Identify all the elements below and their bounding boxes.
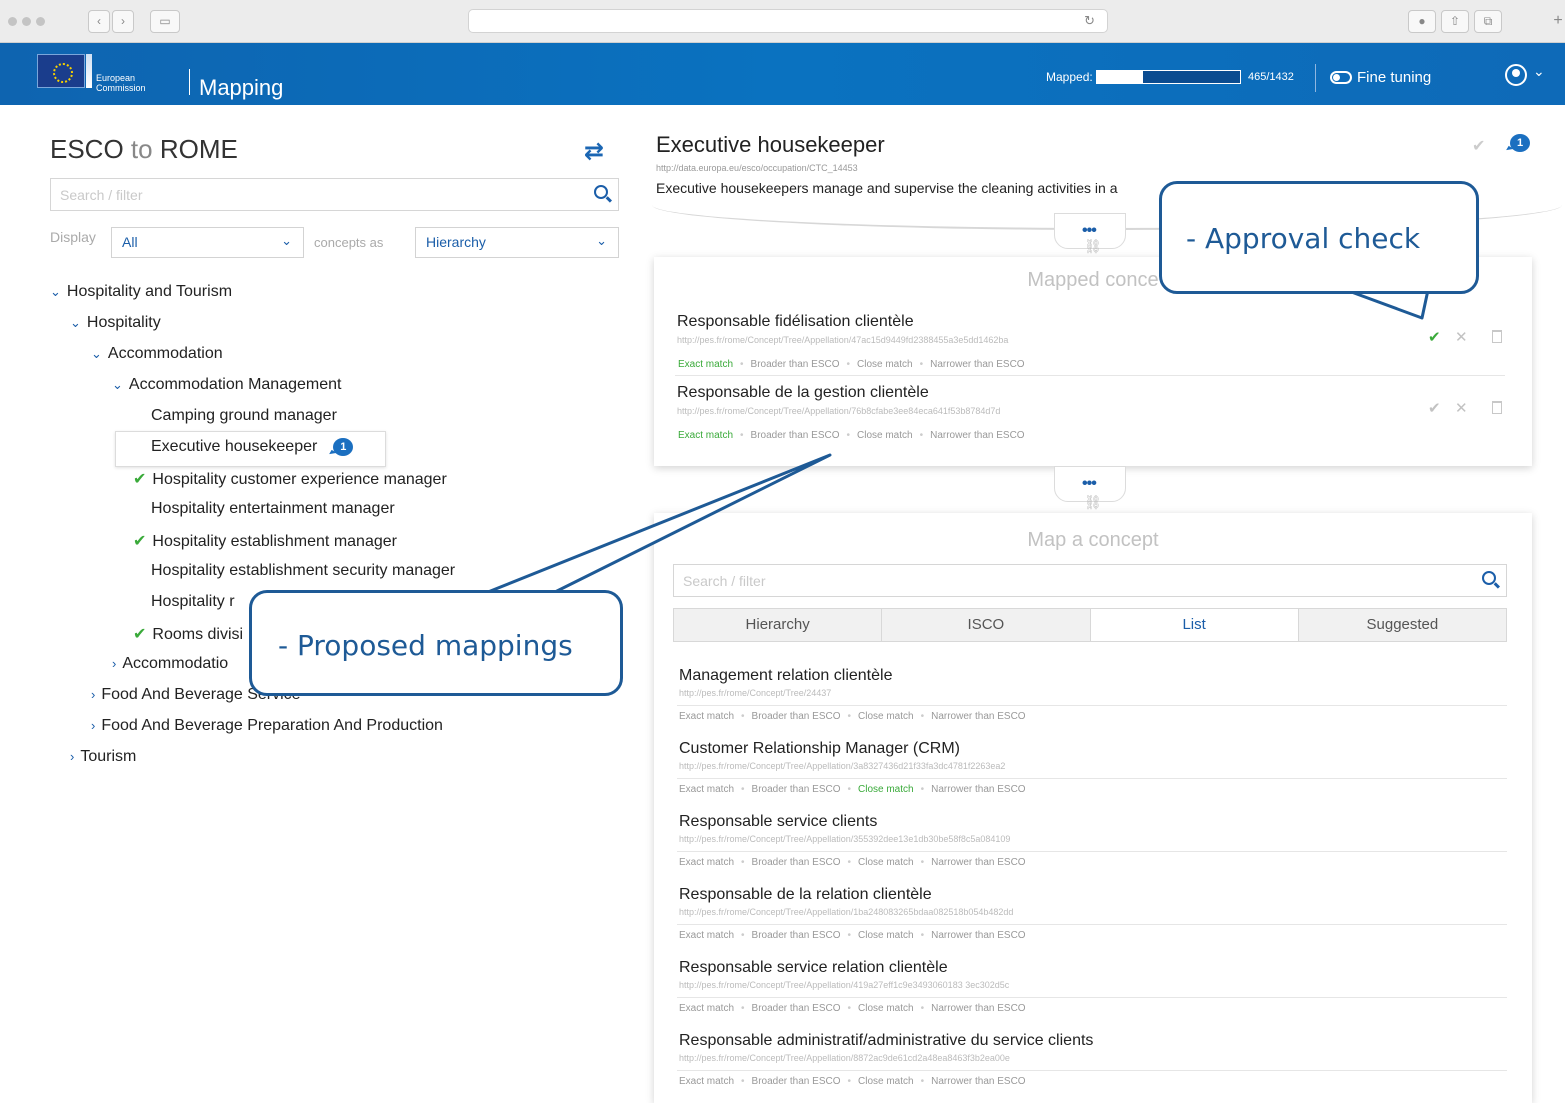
callout-pointers [486,288,1430,595]
approval-check-callout: - Approval check [1159,181,1479,294]
proposed-mappings-callout: - Proposed mappings [249,590,623,696]
